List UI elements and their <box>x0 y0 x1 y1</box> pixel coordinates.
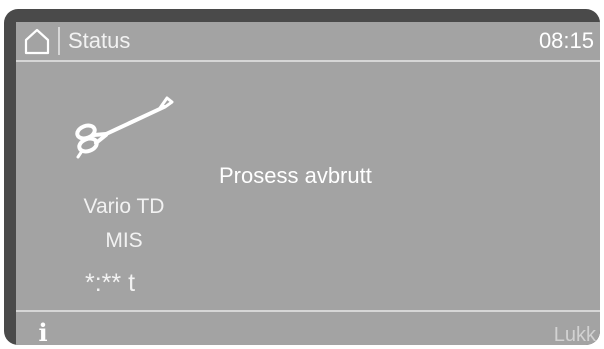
footer-separator <box>16 310 600 312</box>
info-button[interactable]: i <box>32 318 54 346</box>
program-name: Vario TD <box>83 195 165 218</box>
header-divider <box>58 27 60 55</box>
screen-bezel: Status 08:15 Vario TD MIS *:** t Prosess… <box>4 9 600 345</box>
clock: 08:15 <box>538 28 594 53</box>
time-remaining: *:** t <box>85 269 136 297</box>
surgical-instrument-icon <box>75 96 174 159</box>
device-frame: Status 08:15 Vario TD MIS *:** t Prosess… <box>0 0 604 349</box>
close-button[interactable]: Lukk <box>554 324 596 345</box>
header-separator <box>16 60 600 62</box>
page-title: Status <box>68 28 131 53</box>
program-subtitle: MIS <box>105 229 143 252</box>
status-message: Prosess avbrutt <box>219 163 372 188</box>
home-icon <box>24 28 50 55</box>
display: Status 08:15 Vario TD MIS *:** t Prosess… <box>16 22 600 345</box>
header-bar: Status <box>16 22 600 60</box>
home-button[interactable] <box>18 22 56 60</box>
info-icon: i <box>38 318 48 346</box>
